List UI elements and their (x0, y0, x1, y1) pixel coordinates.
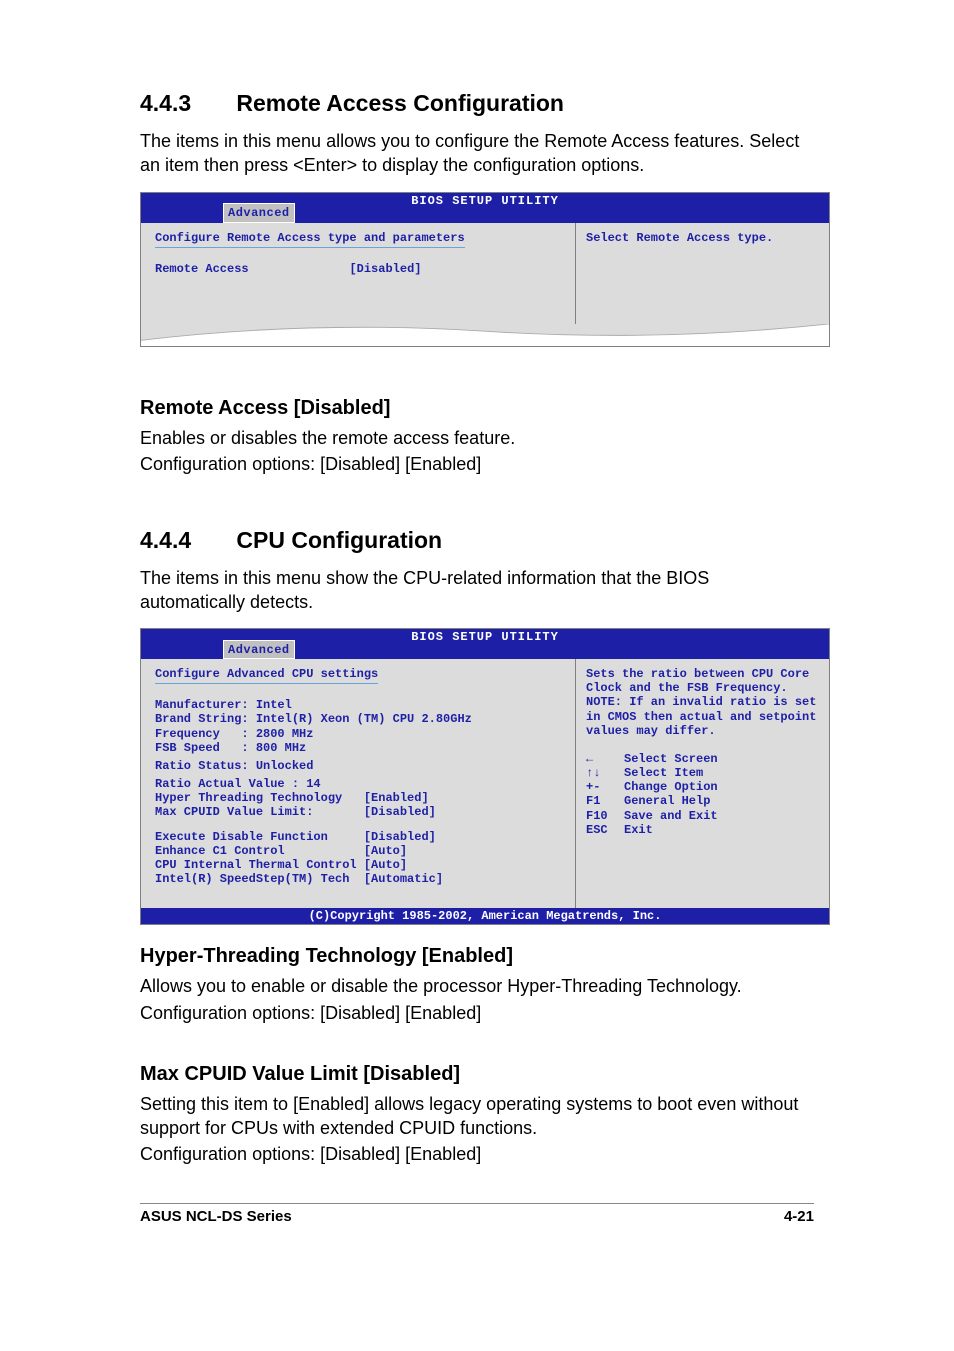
hyperthreading-desc-2: Configuration options: [Disabled] [Enabl… (140, 1001, 814, 1025)
section-444-intro: The items in this menu show the CPU-rela… (140, 566, 814, 615)
torn-edge-decoration (141, 324, 829, 346)
cpu-info-ratio-value: Ratio Actual Value : 14 (155, 777, 561, 791)
esc-key-label: ESC (586, 823, 624, 837)
bios-option-enhance-c1[interactable]: Enhance C1 Control [Auto] (155, 844, 561, 858)
bios-main-pane: Configure Remote Access type and paramet… (141, 223, 576, 324)
bios-body: Configure Advanced CPU settings Manufact… (141, 659, 829, 908)
f1-key-label: F1 (586, 794, 624, 808)
subheading-remote-access: Remote Access [Disabled] (140, 397, 814, 420)
bios-main-pane: Configure Advanced CPU settings Manufact… (141, 659, 576, 908)
bios-option-remote-access[interactable]: Remote Access [Disabled] (155, 262, 561, 276)
footer-page-number: 4-21 (784, 1208, 814, 1225)
bios-tab-advanced[interactable]: Advanced (223, 203, 295, 222)
cpu-info-fsb: FSB Speed : 800 MHz (155, 741, 561, 755)
bios-titlebar: BIOS SETUP UTILITY Advanced (141, 629, 829, 659)
bios-option-hyperthreading[interactable]: Hyper Threading Technology [Enabled] (155, 791, 561, 805)
max-cpuid-desc-1: Setting this item to [Enabled] allows le… (140, 1092, 814, 1141)
bios-option-max-cpuid[interactable]: Max CPUID Value Limit: [Disabled] (155, 805, 561, 819)
section-443-intro: The items in this menu allows you to con… (140, 129, 814, 178)
section-heading-444: 4.4.4 CPU Configuration (140, 527, 814, 554)
bios-tab-advanced[interactable]: Advanced (223, 640, 295, 659)
key-legend-row: F1General Help (586, 794, 819, 808)
bios-option-execute-disable[interactable]: Execute Disable Function [Disabled] (155, 830, 561, 844)
subheading-max-cpuid: Max CPUID Value Limit [Disabled] (140, 1063, 814, 1086)
bios-pane-heading: Configure Advanced CPU settings (155, 667, 378, 684)
bios-option-speedstep[interactable]: Intel(R) SpeedStep(TM) Tech [Automatic] (155, 872, 561, 886)
updown-arrow-icon: ↑↓ (586, 766, 624, 780)
hyperthreading-desc-1: Allows you to enable or disable the proc… (140, 974, 814, 998)
bios-option-thermal-control[interactable]: CPU Internal Thermal Control [Auto] (155, 858, 561, 872)
remote-access-desc-2: Configuration options: [Disabled] [Enabl… (140, 452, 814, 476)
bios-key-legend: ←Select Screen ↑↓Select Item +-Change Op… (586, 752, 819, 837)
bios-pane-heading: Configure Remote Access type and paramet… (155, 231, 465, 248)
bios-help-pane: Select Remote Access type. (576, 223, 829, 324)
bios-help-text: Sets the ratio between CPU Core Clock an… (586, 667, 819, 738)
remote-access-desc-1: Enables or disables the remote access fe… (140, 426, 814, 450)
key-legend-row: F10Save and Exit (586, 809, 819, 823)
bios-titlebar: BIOS SETUP UTILITY Advanced (141, 193, 829, 223)
bios-body: Configure Remote Access type and paramet… (141, 223, 829, 324)
section-number: 4.4.3 (140, 90, 230, 117)
max-cpuid-desc-2: Configuration options: [Disabled] [Enabl… (140, 1142, 814, 1166)
cpu-info-manufacturer: Manufacturer: Intel (155, 698, 561, 712)
torn-edge-icon (141, 324, 829, 346)
cpu-info-ratio-status: Ratio Status: Unlocked (155, 759, 561, 773)
bios-screenshot-remote-access: BIOS SETUP UTILITY Advanced Configure Re… (140, 192, 830, 347)
cpu-info-frequency: Frequency : 2800 MHz (155, 727, 561, 741)
section-number: 4.4.4 (140, 527, 230, 554)
plusminus-icon: +- (586, 780, 624, 794)
f10-key-label: F10 (586, 809, 624, 823)
key-legend-row: ESCExit (586, 823, 819, 837)
bios-help-pane: Sets the ratio between CPU Core Clock an… (576, 659, 829, 908)
key-legend-row: ↑↓Select Item (586, 766, 819, 780)
left-arrow-icon: ← (586, 752, 624, 766)
cpu-info-brand: Brand String: Intel(R) Xeon (TM) CPU 2.8… (155, 712, 561, 726)
section-title: CPU Configuration (236, 527, 442, 553)
bios-copyright-footer: (C)Copyright 1985-2002, American Megatre… (141, 908, 829, 924)
key-legend-row: +-Change Option (586, 780, 819, 794)
bios-screenshot-cpu-config: BIOS SETUP UTILITY Advanced Configure Ad… (140, 628, 830, 925)
section-title: Remote Access Configuration (236, 90, 564, 116)
page-footer: ASUS NCL-DS Series 4-21 (140, 1203, 814, 1225)
key-legend-row: ←Select Screen (586, 752, 819, 766)
footer-product-name: ASUS NCL-DS Series (140, 1208, 292, 1225)
section-heading-443: 4.4.3 Remote Access Configuration (140, 90, 814, 117)
subheading-hyperthreading: Hyper-Threading Technology [Enabled] (140, 945, 814, 968)
bios-help-text: Select Remote Access type. (586, 231, 819, 245)
